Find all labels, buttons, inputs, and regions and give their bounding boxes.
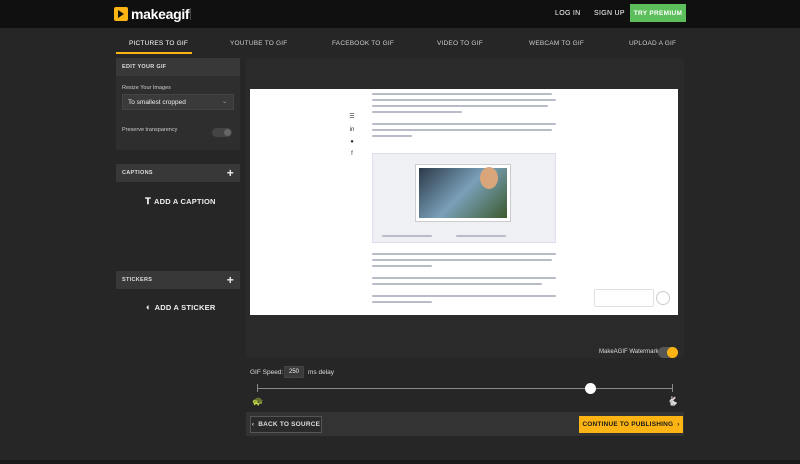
try-premium-button[interactable]: TRY PREMIUM	[630, 4, 686, 22]
play-icon	[114, 7, 128, 21]
sticker-icon: ◐	[146, 302, 152, 312]
back-to-source-label: BACK TO SOURCE	[258, 421, 321, 428]
chevron-left-icon: ‹	[251, 421, 255, 428]
tab-facebook-to-gif[interactable]: FACEBOOK TO GIF	[332, 40, 394, 47]
tab-youtube-to-gif[interactable]: YOUTUBE TO GIF	[230, 40, 287, 47]
captions-section-header[interactable]: CAPTIONS +	[116, 164, 240, 182]
plus-icon[interactable]: +	[227, 167, 234, 179]
watermark-label: MakeAGIF Watermark	[599, 349, 659, 355]
header-divider	[190, 8, 191, 20]
text-icon: 𝐓	[145, 196, 151, 206]
transparency-label: Preserve transparency	[122, 127, 178, 133]
add-caption-button[interactable]: 𝐓 ADD A CAPTION	[145, 196, 216, 207]
rabbit-icon: 🐇	[667, 396, 679, 406]
layers-icon: ☰	[349, 114, 355, 120]
gif-speed-input[interactable]: 250	[284, 366, 304, 378]
logo-text: makeagif	[131, 6, 190, 22]
stickers-section-header[interactable]: STICKERS +	[116, 271, 240, 289]
signup-link[interactable]: SIGN UP	[594, 10, 625, 17]
linkedin-icon: in	[349, 127, 355, 133]
resize-select[interactable]: To smallest cropped ⌄	[122, 94, 234, 110]
logo[interactable]: makeagif	[114, 6, 190, 22]
gif-speed-unit: ms delay	[308, 369, 335, 376]
slider-tick-end	[672, 384, 673, 392]
add-sticker-label: ADD A STICKER	[154, 302, 216, 312]
preview-person	[480, 167, 498, 189]
captions-section-title: CAPTIONS	[122, 170, 153, 176]
tab-webcam-to-gif[interactable]: WEBCAM TO GIF	[529, 40, 584, 47]
turtle-icon: 🐢	[252, 396, 264, 406]
speed-slider-thumb[interactable]	[584, 383, 596, 394]
back-to-source-button[interactable]: ‹ BACK TO SOURCE	[250, 416, 322, 433]
facebook-icon: f	[351, 151, 353, 157]
transparency-toggle[interactable]	[212, 128, 232, 137]
tab-video-to-gif[interactable]: VIDEO TO GIF	[437, 40, 483, 47]
chevron-down-icon: ⌄	[221, 99, 227, 105]
edit-section-title: EDIT YOUR GIF	[122, 64, 167, 70]
add-caption-label: ADD A CAPTION	[154, 197, 216, 206]
top-bar: makeagif LOG IN SIGN UP TRY PREMIUM	[0, 0, 800, 28]
footer-strip	[0, 460, 800, 464]
resize-label: Resize Your Images	[122, 85, 171, 91]
plus-icon[interactable]: +	[227, 274, 234, 286]
continue-to-publishing-label: CONTINUE TO PUBLISHING	[582, 421, 674, 428]
chat-bubble-icon	[656, 291, 670, 305]
chevron-right-icon: ›	[677, 421, 680, 428]
watermark-toggle[interactable]	[658, 347, 678, 358]
twitter-icon: ●	[350, 139, 354, 145]
login-link[interactable]: LOG IN	[555, 10, 581, 17]
edit-section-header: EDIT YOUR GIF	[116, 58, 240, 76]
stickers-section-title: STICKERS	[122, 277, 153, 283]
speed-slider-track[interactable]	[257, 388, 673, 389]
gif-preview: ☰ in ● f	[250, 89, 678, 315]
preview-chat-popup	[594, 289, 654, 307]
tab-upload-a-gif[interactable]: UPLOAD A GIF	[629, 40, 676, 47]
resize-select-value: To smallest cropped	[128, 98, 186, 106]
add-sticker-button[interactable]: ◐ ADD A STICKER	[146, 302, 215, 312]
gif-speed-label: GIF Speed:	[250, 369, 284, 376]
tab-pictures-to-gif[interactable]: PICTURES TO GIF	[129, 40, 188, 47]
continue-to-publishing-button[interactable]: CONTINUE TO PUBLISHING ›	[579, 416, 683, 433]
slider-tick-start	[257, 384, 258, 392]
active-tab-indicator	[116, 52, 192, 54]
